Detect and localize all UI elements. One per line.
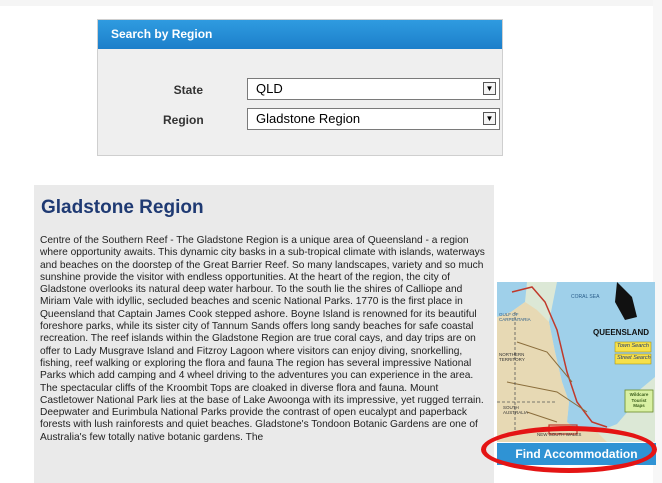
wildcare-badge: Wildcare Tourist Maps	[629, 392, 649, 408]
town-search-link[interactable]: Town Search	[617, 343, 649, 349]
state-select[interactable]: QLD ▼	[247, 78, 500, 100]
map-queensland-title: QUEENSLAND	[593, 328, 650, 337]
region-row: Region Gladstone Region ▼	[98, 108, 504, 132]
map-coral-sea-label: CORAL SEA	[571, 294, 600, 300]
region-description-panel: Gladstone Region Centre of the Southern …	[34, 185, 494, 483]
map-sa-label: SOUTH AUSTRALIA	[503, 405, 529, 415]
region-description: Centre of the Southern Reef - The Gladst…	[40, 235, 485, 443]
chevron-down-icon[interactable]: ▼	[483, 82, 496, 95]
map-graphic	[497, 282, 655, 442]
search-panel-title: Search by Region	[98, 20, 502, 49]
map-gulf-label: GULF OF CARPENTARIA	[499, 312, 531, 322]
region-select[interactable]: Gladstone Region ▼	[247, 108, 500, 130]
chevron-down-icon[interactable]: ▼	[483, 112, 496, 125]
street-search-link[interactable]: Street Search	[617, 355, 651, 361]
state-label: State	[173, 83, 203, 97]
find-accommodation-button[interactable]: Find Accommodation	[497, 443, 656, 465]
queensland-map[interactable]: CORAL SEA GULF OF CARPENTARIA QUEENSLAND…	[497, 282, 655, 442]
top-divider	[0, 0, 662, 6]
region-select-value: Gladstone Region	[256, 111, 361, 126]
search-by-region-panel: Search by Region State QLD ▼ Region Glad…	[97, 19, 503, 156]
state-select-value: QLD	[256, 81, 283, 96]
state-row: State QLD ▼	[98, 78, 504, 102]
map-nsw-label: NEW SOUTH WALES	[537, 432, 582, 437]
region-label: Region	[163, 113, 204, 127]
region-title: Gladstone Region	[41, 197, 204, 218]
map-nt-label: NORTHERN TERRITORY	[499, 352, 525, 362]
